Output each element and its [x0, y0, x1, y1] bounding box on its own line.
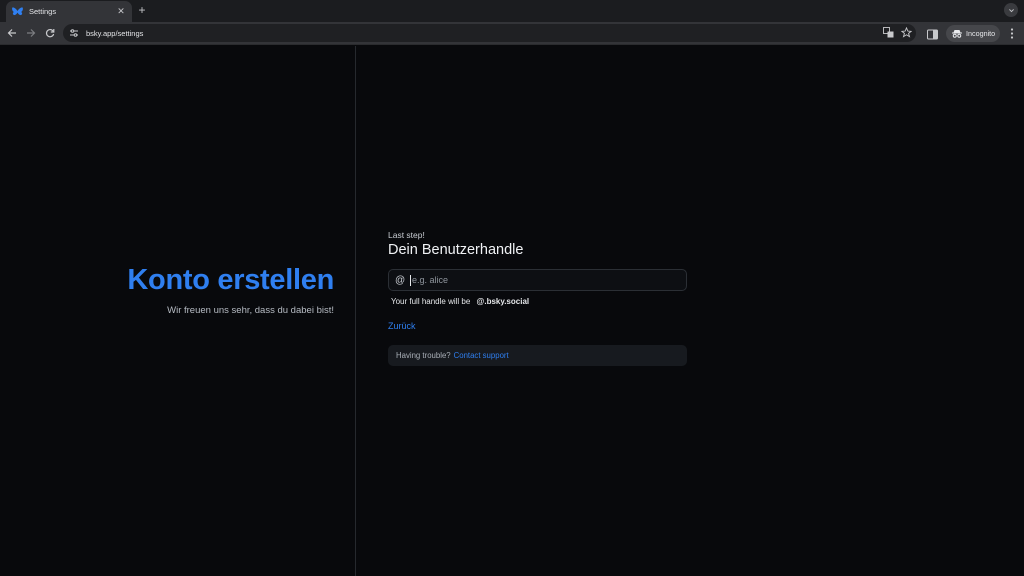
reload-icon[interactable]	[43, 26, 57, 40]
tab-search-icon[interactable]	[1004, 3, 1018, 17]
tab-strip: Settings ✕ +	[0, 0, 1024, 22]
form-title: Dein Benutzerhandle	[388, 242, 524, 258]
star-icon[interactable]	[900, 26, 912, 39]
tab-settings[interactable]: Settings ✕	[6, 1, 132, 22]
full-handle-domain: @.bsky.social	[476, 297, 530, 306]
trouble-text: Having trouble?	[396, 351, 451, 360]
back-icon[interactable]	[5, 26, 19, 40]
menu-icon[interactable]	[1006, 26, 1018, 40]
at-icon: @	[395, 274, 406, 286]
address-bar[interactable]: bsky.app/settings	[63, 24, 916, 42]
site-info-icon[interactable]	[69, 28, 79, 38]
forward-icon[interactable]	[24, 26, 38, 40]
page-content: Konto erstellen Wir freuen uns sehr, das…	[0, 46, 1024, 576]
text-caret	[410, 274, 411, 286]
full-handle-hint: Your full handle will be @.bsky.social	[391, 297, 687, 306]
handle-input[interactable]	[412, 275, 662, 285]
support-box: Having trouble? Contact support	[388, 345, 687, 366]
translate-icon[interactable]	[882, 27, 894, 39]
incognito-label: Incognito	[966, 29, 996, 38]
tab-close-icon[interactable]: ✕	[116, 6, 126, 17]
page-title: Konto erstellen	[127, 264, 334, 296]
page-subtitle: Wir freuen uns sehr, dass du dabei bist!	[167, 305, 334, 316]
contact-support-link[interactable]: Contact support	[454, 351, 509, 360]
side-panel-icon[interactable]	[927, 27, 939, 40]
column-divider	[355, 46, 356, 576]
handle-input-wrapper[interactable]: @	[388, 269, 687, 291]
handle-form: Last step! Dein Benutzerhandle @ Your fu…	[388, 230, 687, 366]
incognito-icon	[952, 25, 962, 43]
butterfly-icon	[12, 6, 23, 17]
incognito-badge[interactable]: Incognito	[946, 25, 1000, 42]
url-text[interactable]: bsky.app/settings	[86, 29, 143, 38]
step-label: Last step!	[388, 230, 425, 240]
full-handle-prefix: Your full handle will be	[391, 297, 471, 306]
browser-toolbar: bsky.app/settings Incognito	[0, 22, 1024, 45]
back-button[interactable]: Zurück	[388, 321, 416, 331]
tab-title: Settings	[29, 7, 57, 16]
new-tab-button[interactable]: +	[135, 3, 149, 17]
